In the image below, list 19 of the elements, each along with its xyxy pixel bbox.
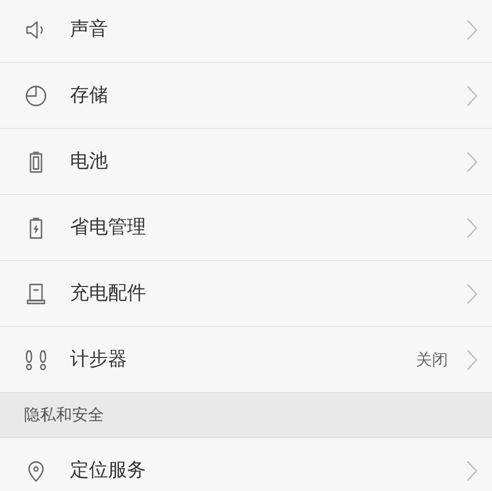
setting-label: 声音 xyxy=(70,17,109,42)
setting-label: 定位服务 xyxy=(70,458,147,484)
chevron-icon xyxy=(466,216,478,238)
chevron-icon xyxy=(466,282,478,304)
setting-label: 充电配件 xyxy=(70,281,147,306)
footprints-icon xyxy=(24,348,48,372)
setting-label: 电池 xyxy=(70,149,109,174)
charger-icon xyxy=(24,282,48,306)
setting-label: 存储 xyxy=(70,83,109,108)
setting-value: 关闭 xyxy=(416,348,448,370)
setting-label: 计步器 xyxy=(70,347,128,372)
setting-label: 省电管理 xyxy=(70,215,147,240)
chevron-icon xyxy=(466,460,478,482)
chevron-icon xyxy=(466,18,478,40)
pie-chart-icon xyxy=(24,84,48,108)
chevron-icon xyxy=(466,150,478,172)
chevron-icon xyxy=(466,348,478,370)
section-title: 隐私和安全 xyxy=(24,404,104,426)
chevron-icon xyxy=(466,84,478,106)
